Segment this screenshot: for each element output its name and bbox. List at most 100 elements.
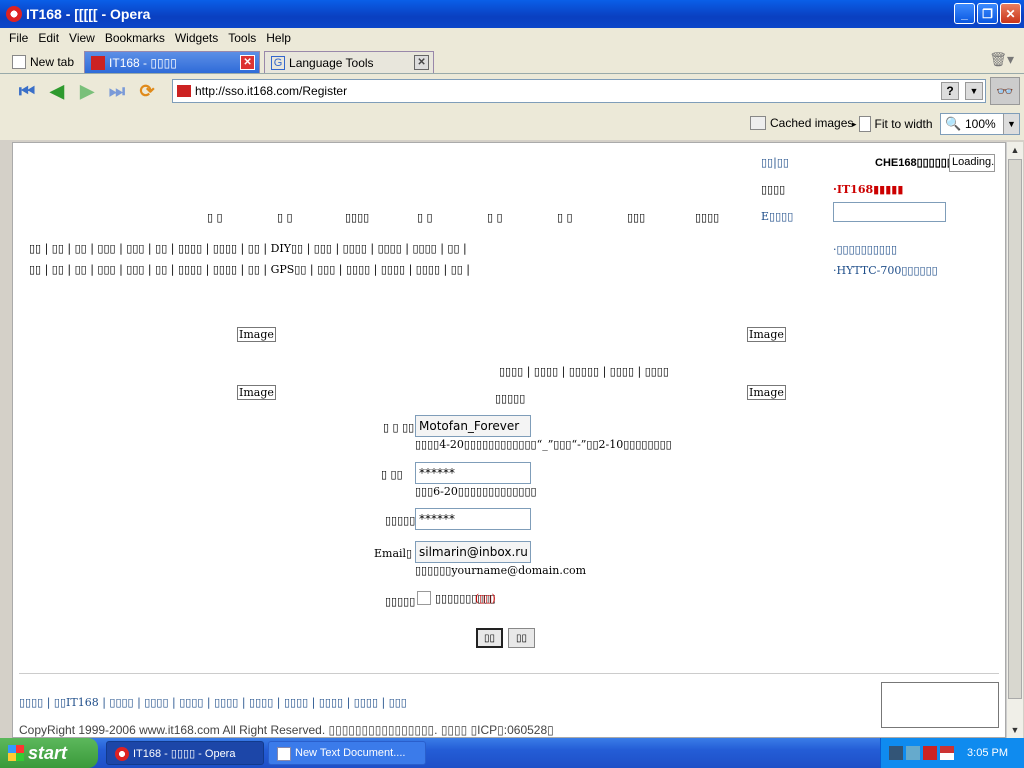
page-icon xyxy=(858,116,871,132)
username-hint: ▯▯▯▯4-20▯▯▯▯▯▯▯▯▯▯▯▯“_”▯▯▯“-”▯▯2-10▯▯▯▯▯… xyxy=(415,438,672,451)
terms-link[interactable]: (▯▯) xyxy=(475,592,496,605)
scroll-down-icon[interactable]: ▼ xyxy=(1007,722,1023,738)
address-field[interactable]: http://sso.it168.com/Register ? ▼ xyxy=(172,79,986,103)
zoom-dropdown-icon[interactable]: ▼ xyxy=(1003,114,1019,134)
login-link[interactable]: ▯▯|▯▯ xyxy=(761,156,789,169)
right-news-link-1[interactable]: ·▯▯▯▯▯▯▯▯▯▯ xyxy=(833,243,897,256)
email-login-label: E▯▯▯▯ xyxy=(761,210,794,223)
display-icon[interactable] xyxy=(906,746,920,760)
image-icon xyxy=(750,116,766,130)
submit-button[interactable]: ▯▯ xyxy=(476,628,503,648)
trash-icon[interactable]: 🗑▾ xyxy=(989,51,1014,68)
top-nav-item[interactable]: ▯ ▯ xyxy=(207,211,223,224)
taskbar-item-label: IT168 - ▯▯▯▯ - Opera xyxy=(133,747,236,760)
email-label: Email▯ xyxy=(374,547,413,560)
reset-button[interactable]: ▯▯ xyxy=(508,628,535,648)
footer-divider xyxy=(19,673,999,674)
scroll-up-icon[interactable]: ▲ xyxy=(1007,142,1023,158)
close-tab-icon[interactable]: ✕ xyxy=(240,55,256,70)
notepad-icon xyxy=(277,747,291,761)
forward-icon[interactable]: ▶ xyxy=(74,80,100,102)
username-input[interactable] xyxy=(415,415,531,437)
menu-view[interactable]: View xyxy=(64,31,100,45)
confirm-password-input[interactable] xyxy=(415,508,531,530)
view-toolbar: Cached images ▸ Fit to width 🔍 100% ▼ xyxy=(0,108,1024,140)
menu-help[interactable]: Help xyxy=(261,31,296,45)
url-text: http://sso.it168.com/Register xyxy=(195,84,348,98)
reload-icon[interactable]: ⟳ xyxy=(134,80,160,102)
top-nav-item[interactable]: ▯ ▯ xyxy=(277,211,293,224)
footer-badge-box xyxy=(881,682,999,728)
email-input[interactable] xyxy=(415,541,531,563)
image-placeholder: Image xyxy=(747,327,786,342)
fit-to-width-button[interactable]: ▸ Fit to width xyxy=(852,116,933,132)
network-icon[interactable] xyxy=(889,746,903,760)
tab-new[interactable]: New tab xyxy=(6,51,80,73)
start-label: start xyxy=(28,742,68,763)
close-window-button[interactable]: ✕ xyxy=(1000,3,1021,24)
taskbar-item-notepad[interactable]: New Text Document.... xyxy=(268,741,426,765)
top-nav-item[interactable]: ▯▯▯ xyxy=(627,211,645,224)
tab-it168[interactable]: IT168 - ▯▯▯▯ ✕ xyxy=(84,51,261,73)
help-icon[interactable]: ? xyxy=(941,82,959,100)
taskbar-item-label: New Text Document.... xyxy=(295,747,406,759)
menu-tools[interactable]: Tools xyxy=(223,31,261,45)
menu-bookmarks[interactable]: Bookmarks xyxy=(100,31,170,45)
menu-edit[interactable]: Edit xyxy=(33,31,64,45)
agree-label: ▯▯▯▯▯ xyxy=(385,595,416,608)
channel-nav-row-1[interactable]: ▯▯ | ▯▯ | ▯▯ | ▯▯▯ | ▯▯▯ | ▯▯ | ▯▯▯▯ | ▯… xyxy=(29,242,467,255)
cached-images-label: Cached images xyxy=(770,116,854,130)
password-input[interactable] xyxy=(415,462,531,484)
window-title: IT168 - [[[[[ - Opera xyxy=(26,6,151,22)
zoom-select[interactable]: 🔍 100% ▼ xyxy=(940,113,1020,135)
top-search-input[interactable] xyxy=(833,202,946,222)
menu-file[interactable]: File xyxy=(4,31,33,45)
page-icon xyxy=(12,55,26,69)
cached-images-button[interactable]: Cached images xyxy=(750,116,853,130)
email-hint: ▯▯▯▯▯▯yourname@domain.com xyxy=(415,564,587,577)
opera-icon xyxy=(6,6,22,22)
image-placeholder: Image xyxy=(747,385,786,400)
password-label: ▯ ▯▯ xyxy=(381,468,403,481)
glasses-icon[interactable]: 👓 xyxy=(990,77,1020,105)
menu-widgets[interactable]: Widgets xyxy=(170,31,223,45)
rewind-icon[interactable]: ⏮ xyxy=(14,80,40,102)
tab-it168-label: IT168 - ▯▯▯▯ xyxy=(109,55,177,70)
top-nav-item[interactable]: ▯ ▯ xyxy=(557,211,573,224)
restore-button[interactable]: ❐ xyxy=(977,3,998,24)
fast-forward-icon[interactable]: ⏭ xyxy=(104,80,130,102)
address-toolbar: ⏮ ◀ ▶ ⏭ ⟳ http://sso.it168.com/Register … xyxy=(0,74,1024,108)
username-label: ▯ ▯ ▯▯ xyxy=(383,421,415,434)
taskbar-item-opera[interactable]: IT168 - ▯▯▯▯ - Opera xyxy=(106,741,264,765)
scroll-thumb[interactable] xyxy=(1008,159,1022,699)
registration-steps: ▯▯▯▯ | ▯▯▯▯ | ▯▯▯▯▯ | ▯▯▯▯ | ▯▯▯▯ xyxy=(499,365,669,378)
image-placeholder: Image xyxy=(237,327,276,342)
clock: 3:05 PM xyxy=(967,747,1008,759)
minimize-button[interactable]: _ xyxy=(954,3,975,24)
top-nav-item[interactable]: ▯▯▯▯ xyxy=(345,211,369,224)
vertical-scrollbar[interactable]: ▲ ▼ xyxy=(1006,142,1023,738)
right-news-link-2[interactable]: ·HYTTC-700▯▯▯▯▯▯ xyxy=(833,264,938,277)
top-nav-item[interactable]: ▯ ▯ xyxy=(487,211,503,224)
antivirus-icon[interactable] xyxy=(923,746,937,760)
google-icon: G xyxy=(271,55,286,70)
it168-red-link[interactable]: ·IT168▮▮▮▮▮ xyxy=(833,183,903,196)
language-flag-icon[interactable] xyxy=(940,746,954,760)
form-title: ▯▯▯▯▯ xyxy=(495,392,526,405)
label-right-1: ▯▯▯▯ xyxy=(761,183,786,196)
tab-language-tools[interactable]: G Language Tools ✕ xyxy=(264,51,435,73)
opera-icon xyxy=(115,747,129,761)
top-nav-item[interactable]: ▯▯▯▯ xyxy=(695,211,719,224)
footer-links[interactable]: ▯▯▯▯ | ▯▯IT168 | ▯▯▯▯ | ▯▯▯▯ | ▯▯▯▯ | ▯▯… xyxy=(19,696,407,709)
web-page: ▯▯|▯▯ CHE168▯▯▯▯▯▯▯▯ Loading... ▯▯▯▯ ·IT… xyxy=(12,142,1006,738)
close-tab-icon[interactable]: ✕ xyxy=(414,55,430,70)
address-dropdown-icon[interactable]: ▼ xyxy=(965,82,983,100)
top-nav-item[interactable]: ▯ ▯ xyxy=(417,211,433,224)
agree-checkbox[interactable] xyxy=(417,591,431,605)
confirm-password-label: ▯▯▯▯▯ xyxy=(385,514,416,527)
menu-bar: File Edit View Bookmarks Widgets Tools H… xyxy=(0,28,1024,48)
start-button[interactable]: start xyxy=(0,738,98,768)
channel-nav-row-2[interactable]: ▯▯ | ▯▯ | ▯▯ | ▯▯▯ | ▯▯▯ | ▯▯ | ▯▯▯▯ | ▯… xyxy=(29,263,470,276)
it168-favicon-icon xyxy=(91,55,106,70)
back-icon[interactable]: ◀ xyxy=(44,80,70,102)
